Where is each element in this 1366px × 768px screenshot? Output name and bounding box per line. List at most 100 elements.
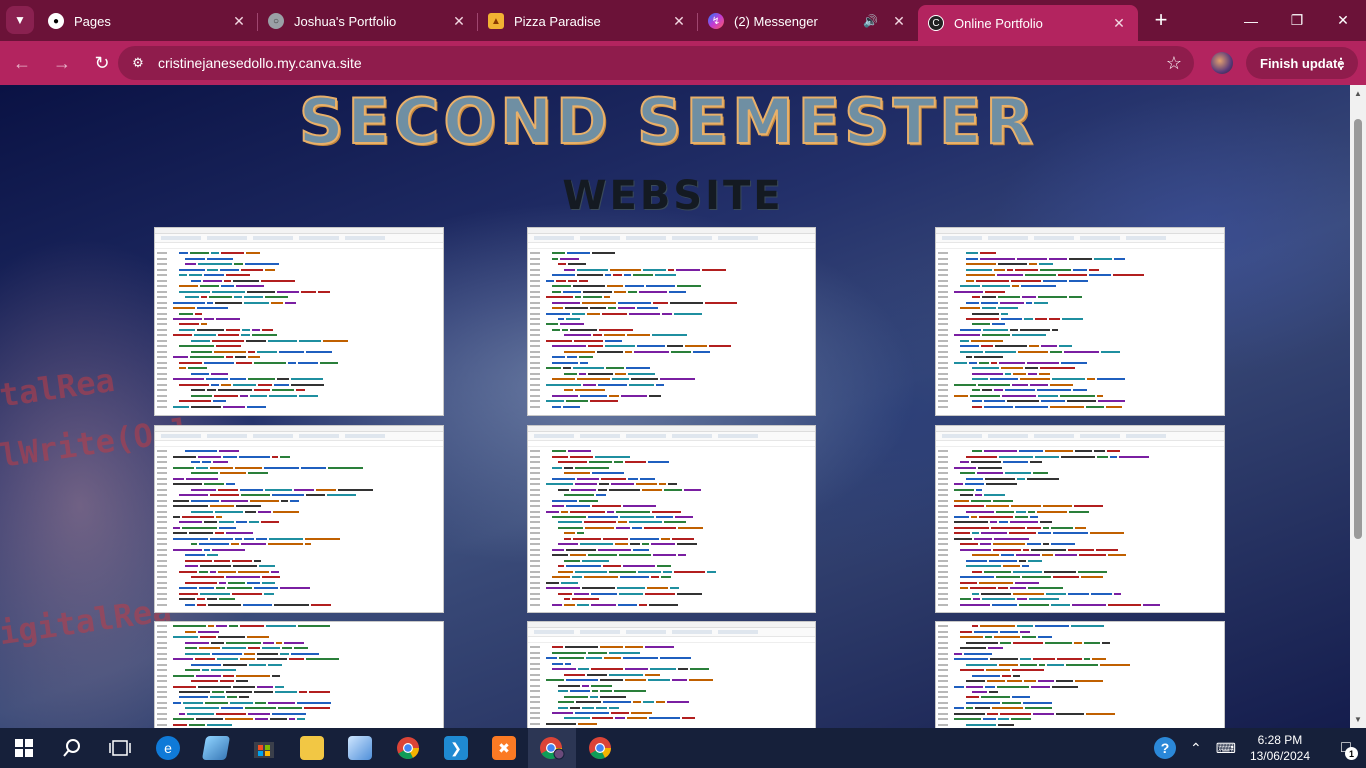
forward-button[interactable]: → bbox=[44, 45, 80, 81]
code-token bbox=[981, 301, 998, 304]
tab-joshuas-portfolio[interactable]: ○ Joshua's Portfolio ✕ bbox=[258, 5, 478, 37]
taskbar-file-explorer[interactable] bbox=[288, 728, 336, 768]
line-number bbox=[938, 537, 948, 540]
close-icon[interactable]: ✕ bbox=[890, 12, 908, 30]
code-token bbox=[564, 494, 594, 497]
code-line bbox=[530, 262, 815, 266]
maximize-button[interactable]: ❐ bbox=[1274, 0, 1320, 41]
tab-pages[interactable]: ● Pages ✕ bbox=[38, 5, 258, 37]
back-button[interactable]: ← bbox=[4, 45, 40, 81]
code-token bbox=[268, 543, 303, 546]
code-token bbox=[1069, 296, 1082, 299]
code-token bbox=[667, 701, 689, 704]
line-number bbox=[157, 554, 167, 557]
code-token bbox=[577, 378, 610, 381]
line-number bbox=[530, 383, 540, 386]
minimize-button[interactable]: — bbox=[1228, 0, 1274, 41]
code-token bbox=[682, 717, 695, 720]
bookmark-star-icon[interactable]: ☆ bbox=[1166, 53, 1182, 74]
speaker-icon[interactable]: 🔊 bbox=[863, 14, 878, 28]
line-number bbox=[938, 268, 948, 271]
site-settings-icon[interactable]: ⚙ bbox=[126, 51, 150, 75]
code-token bbox=[565, 307, 588, 310]
notification-center-button[interactable]: □ 1 bbox=[1326, 728, 1366, 768]
code-token bbox=[1092, 658, 1106, 661]
code-line bbox=[157, 460, 443, 464]
code-token bbox=[676, 268, 700, 271]
code-token bbox=[215, 301, 242, 304]
close-icon[interactable]: ✕ bbox=[450, 12, 468, 30]
taskbar-xampp[interactable]: ✖ bbox=[480, 728, 528, 768]
code-token bbox=[568, 279, 577, 282]
tab-search-button[interactable]: ▼ bbox=[6, 6, 34, 34]
code-token bbox=[1011, 279, 1041, 282]
code-line bbox=[530, 597, 815, 601]
code-line bbox=[938, 640, 1224, 644]
page-viewport[interactable]: italRea alWrite(Onl (digitalRea SECOND S… bbox=[0, 85, 1366, 728]
new-tab-button[interactable]: + bbox=[1146, 5, 1176, 35]
code-token bbox=[1029, 345, 1039, 348]
taskbar-3d-viewer[interactable] bbox=[336, 728, 384, 768]
url-text[interactable]: cristinejanesedollo.my.canva.site bbox=[158, 55, 1166, 71]
close-icon[interactable]: ✕ bbox=[230, 12, 248, 30]
code-line bbox=[938, 251, 1224, 255]
keyboard-icon[interactable]: ⌨ bbox=[1216, 740, 1236, 757]
taskbar-chrome-2[interactable] bbox=[576, 728, 624, 768]
code-token bbox=[1022, 296, 1036, 299]
code-token bbox=[552, 450, 566, 453]
code-token bbox=[966, 279, 974, 282]
taskbar-chrome-profile[interactable] bbox=[528, 728, 576, 768]
search-button[interactable] bbox=[48, 728, 96, 768]
start-button[interactable] bbox=[0, 728, 48, 768]
finish-update-button[interactable]: Finish update ⋮ bbox=[1246, 47, 1358, 79]
code-token bbox=[1007, 400, 1039, 403]
code-token bbox=[233, 565, 257, 568]
code-token bbox=[999, 521, 1008, 524]
tab-pizza-paradise[interactable]: ▲ Pizza Paradise ✕ bbox=[478, 5, 698, 37]
chevron-up-icon[interactable]: ⌃ bbox=[1190, 740, 1202, 757]
code-token bbox=[1033, 658, 1055, 661]
code-token bbox=[1010, 521, 1038, 524]
taskbar-notes[interactable] bbox=[192, 728, 240, 768]
address-bar[interactable]: ⚙ cristinejanesedollo.my.canva.site ☆ bbox=[118, 46, 1194, 80]
code-token bbox=[564, 695, 588, 698]
scrollbar-thumb[interactable] bbox=[1354, 119, 1362, 539]
code-token bbox=[972, 378, 988, 381]
line-number bbox=[157, 367, 167, 370]
code-token bbox=[173, 636, 198, 639]
taskbar-clock[interactable]: 6:28 PM 13/06/2024 bbox=[1250, 732, 1310, 764]
code-token bbox=[575, 570, 607, 573]
line-number bbox=[530, 646, 540, 649]
messenger-icon: ↯ bbox=[708, 13, 724, 29]
code-token bbox=[1025, 367, 1038, 370]
taskbar-edge[interactable]: e bbox=[144, 728, 192, 768]
scroll-up-icon[interactable]: ▲ bbox=[1354, 89, 1362, 98]
breadcrumb-segment bbox=[299, 236, 339, 240]
scroll-down-icon[interactable]: ▼ bbox=[1354, 715, 1362, 724]
more-vertical-icon[interactable]: ⋮ bbox=[1334, 55, 1348, 72]
reload-button[interactable]: ↻ bbox=[84, 45, 120, 81]
line-number bbox=[157, 505, 167, 508]
line-number bbox=[530, 505, 540, 508]
code-token bbox=[183, 701, 203, 704]
tab-online-portfolio[interactable]: C Online Portfolio ✕ bbox=[918, 5, 1138, 41]
tab-title: Joshua's Portfolio bbox=[294, 13, 397, 29]
code-token bbox=[1075, 450, 1092, 453]
taskbar-vscode[interactable]: ❯ bbox=[432, 728, 480, 768]
taskbar-chrome[interactable] bbox=[384, 728, 432, 768]
close-icon[interactable]: ✕ bbox=[1110, 14, 1128, 32]
line-number bbox=[530, 274, 540, 277]
code-token bbox=[208, 603, 241, 606]
line-number bbox=[157, 296, 167, 299]
code-token bbox=[233, 383, 256, 386]
tab-messenger[interactable]: ↯ (2) Messenger 🔊 ✕ bbox=[698, 5, 918, 37]
code-token bbox=[582, 301, 616, 304]
task-view-button[interactable] bbox=[96, 728, 144, 768]
code-token bbox=[189, 532, 213, 535]
close-window-button[interactable]: ✕ bbox=[1320, 0, 1366, 41]
taskbar-store[interactable] bbox=[240, 728, 288, 768]
page-scrollbar[interactable]: ▲ ▼ bbox=[1350, 85, 1366, 728]
close-icon[interactable]: ✕ bbox=[670, 12, 688, 30]
profile-avatar[interactable] bbox=[1211, 52, 1233, 74]
help-icon[interactable]: ? bbox=[1153, 737, 1176, 759]
